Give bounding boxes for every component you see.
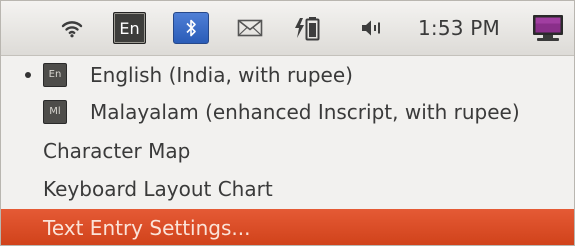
messaging-indicator[interactable] [234,13,266,43]
bluetooth-indicator[interactable] [173,12,209,44]
clock-time: 1:53 PM [418,16,500,40]
keyboard-indicator[interactable]: En [113,12,146,44]
session-icon [533,15,563,41]
keyboard-menu: En English (India, with rupee) Ml Malaya… [1,56,574,245]
session-indicator[interactable] [529,13,567,43]
battery-icon [295,17,320,41]
wifi-indicator[interactable] [58,13,86,43]
volume-icon [362,20,380,36]
menu-item-keyboard-layout-chart[interactable]: Keyboard Layout Chart [1,170,574,207]
keyboard-indicator-label: En [119,18,140,38]
menu-item-label: English (India, with rupee) [90,62,353,87]
menu-item-label: Keyboard Layout Chart [43,176,273,201]
menu-item-english-india[interactable]: En English (India, with rupee) [1,56,574,93]
layout-badge-ml: Ml [43,99,67,124]
wifi-icon [61,21,83,38]
menu-item-label: Text Entry Settings... [43,215,251,240]
volume-indicator[interactable] [356,13,388,43]
menu-item-character-map[interactable]: Character Map [1,132,574,169]
menu-item-label: Character Map [43,138,191,163]
bluetooth-icon [186,19,196,37]
layout-badge-en: En [43,62,67,87]
active-radio-indicator [25,71,31,78]
clock[interactable]: 1:53 PM [406,13,512,43]
menu-item-malayalam[interactable]: Ml Malayalam (enhanced Inscript, with ru… [1,93,574,130]
power-indicator[interactable] [291,13,331,43]
mail-icon [237,19,263,37]
menu-item-label: Malayalam (enhanced Inscript, with rupee… [90,99,520,124]
indicator-window: En 1:53 PM En English (India, with rupee… [0,0,575,246]
menu-item-text-entry-settings[interactable]: Text Entry Settings... [1,209,574,245]
top-panel: En 1:53 PM [1,1,574,56]
